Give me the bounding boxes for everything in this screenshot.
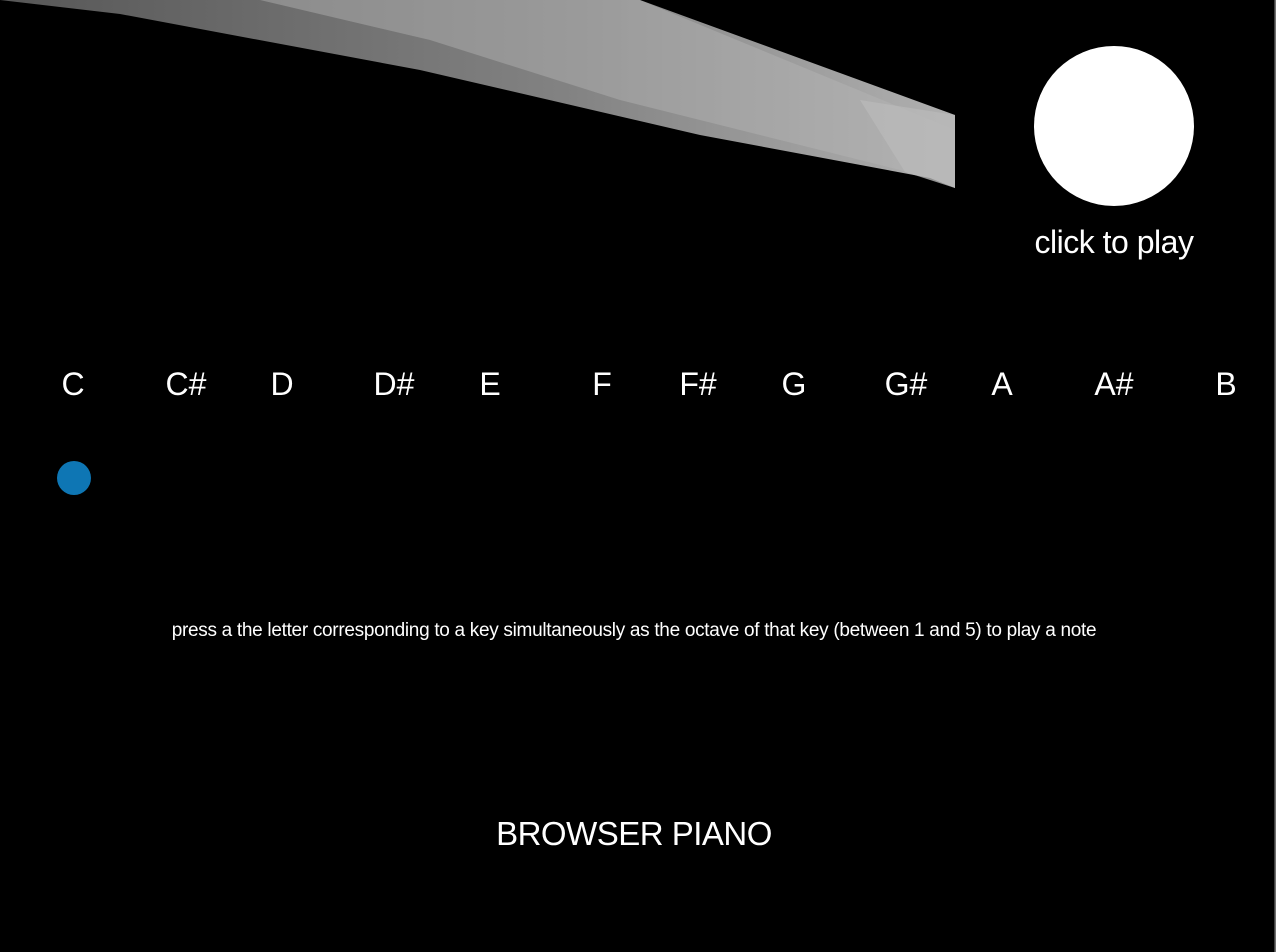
key-e[interactable]: E — [450, 366, 530, 403]
key-g[interactable]: G — [754, 366, 834, 403]
key-c-sharp[interactable]: C# — [146, 366, 226, 403]
active-note-indicator — [57, 461, 91, 495]
key-d-sharp[interactable]: D# — [354, 366, 434, 403]
play-button[interactable] — [1034, 46, 1194, 206]
note-keys-row: C C# D D# E F F# G G# A A# B — [0, 366, 1276, 410]
page-title: BROWSER PIANO — [496, 815, 772, 852]
key-b[interactable]: B — [1186, 366, 1266, 403]
instructions-text: press a the letter corresponding to a ke… — [171, 620, 1097, 641]
key-d[interactable]: D — [242, 366, 322, 403]
key-c[interactable]: C — [33, 366, 113, 403]
play-label[interactable]: click to play — [1000, 224, 1228, 261]
key-a-sharp[interactable]: A# — [1074, 366, 1154, 403]
key-a[interactable]: A — [962, 366, 1042, 403]
key-f[interactable]: F — [562, 366, 642, 403]
key-f-sharp[interactable]: F# — [658, 366, 738, 403]
key-g-sharp[interactable]: G# — [866, 366, 946, 403]
